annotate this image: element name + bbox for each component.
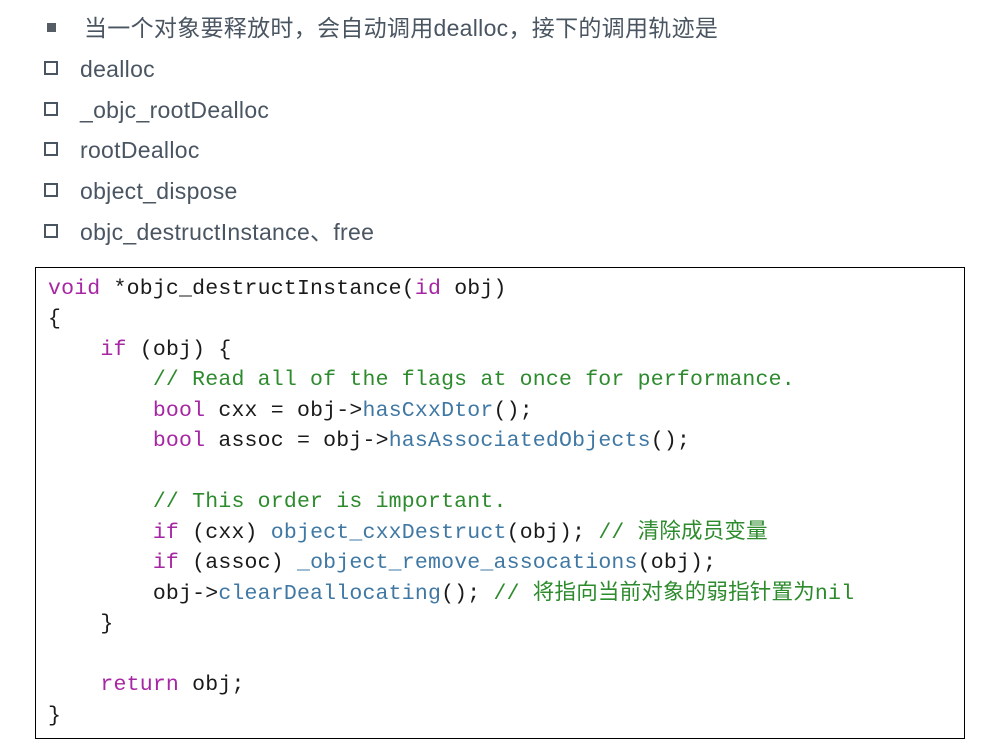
code-comment: // Read all of the flags at once for per… — [153, 368, 795, 392]
list-item: _objc_rootDealloc — [35, 92, 965, 129]
code-call: _object_remove_assocations — [297, 551, 638, 575]
code-text: (assoc) — [179, 551, 297, 575]
code-text: (obj) { — [127, 338, 232, 362]
code-text: *objc_destructInstance( — [100, 277, 414, 301]
code-keyword: id — [415, 277, 441, 301]
code-text: obj-> — [48, 582, 218, 606]
code-text — [48, 673, 100, 697]
list-item-text: dealloc — [80, 51, 155, 88]
code-text: obj) — [441, 277, 507, 301]
code-keyword: if — [153, 551, 179, 575]
code-call: object_cxxDestruct — [271, 521, 507, 545]
code-call: clearDeallocating — [218, 582, 441, 606]
code-block: void *objc_destructInstance(id obj) { if… — [35, 267, 965, 739]
code-text: { — [48, 307, 61, 331]
code-text: } — [48, 704, 61, 728]
code-text: (); — [441, 582, 493, 606]
code-text: assoc = obj-> — [205, 429, 388, 453]
list-item: dealloc — [35, 51, 965, 88]
code-text — [48, 490, 153, 514]
code-text: cxx = obj-> — [205, 399, 362, 423]
code-comment: // 清除成员变量 — [598, 521, 768, 545]
code-text: obj; — [179, 673, 245, 697]
code-keyword: if — [153, 521, 179, 545]
code-text — [48, 521, 153, 545]
bullet-hollow-icon — [44, 61, 58, 75]
bullet-hollow-icon — [44, 183, 58, 197]
code-keyword: bool — [153, 429, 205, 453]
bullet-filled-icon — [47, 23, 56, 32]
code-text: (); — [494, 399, 533, 423]
list-item: 当一个对象要释放时，会自动调用dealloc，接下的调用轨迹是 — [35, 10, 965, 47]
code-text — [48, 551, 153, 575]
code-text: (obj); — [507, 521, 599, 545]
code-keyword: bool — [153, 399, 205, 423]
list-item-text: rootDealloc — [80, 132, 200, 169]
bullet-hollow-icon — [44, 224, 58, 238]
code-text: (cxx) — [179, 521, 271, 545]
code-keyword: if — [100, 338, 126, 362]
list-item-text: object_dispose — [80, 173, 238, 210]
list-item: object_dispose — [35, 173, 965, 210]
code-call: hasAssociatedObjects — [389, 429, 651, 453]
code-text — [48, 368, 153, 392]
code-text — [48, 399, 153, 423]
code-keyword: return — [100, 673, 179, 697]
bullet-hollow-icon — [44, 102, 58, 116]
code-text: (obj); — [638, 551, 717, 575]
code-text — [48, 338, 100, 362]
code-text — [48, 429, 153, 453]
bullet-hollow-icon — [44, 142, 58, 156]
call-trace-list: 当一个对象要释放时，会自动调用dealloc，接下的调用轨迹是 dealloc … — [35, 10, 965, 251]
list-item-text: _objc_rootDealloc — [80, 92, 269, 129]
code-keyword: void — [48, 277, 100, 301]
code-comment: // 将指向当前对象的弱指针置为nil — [494, 582, 855, 606]
list-item: objc_destructInstance、free — [35, 214, 965, 251]
code-call: hasCxxDtor — [362, 399, 493, 423]
code-text: (); — [651, 429, 690, 453]
code-comment: // This order is important. — [153, 490, 507, 514]
list-item-text: objc_destructInstance、free — [80, 214, 374, 251]
list-item: rootDealloc — [35, 132, 965, 169]
code-text: } — [48, 612, 114, 636]
list-item-text: 当一个对象要释放时，会自动调用dealloc，接下的调用轨迹是 — [84, 10, 718, 47]
